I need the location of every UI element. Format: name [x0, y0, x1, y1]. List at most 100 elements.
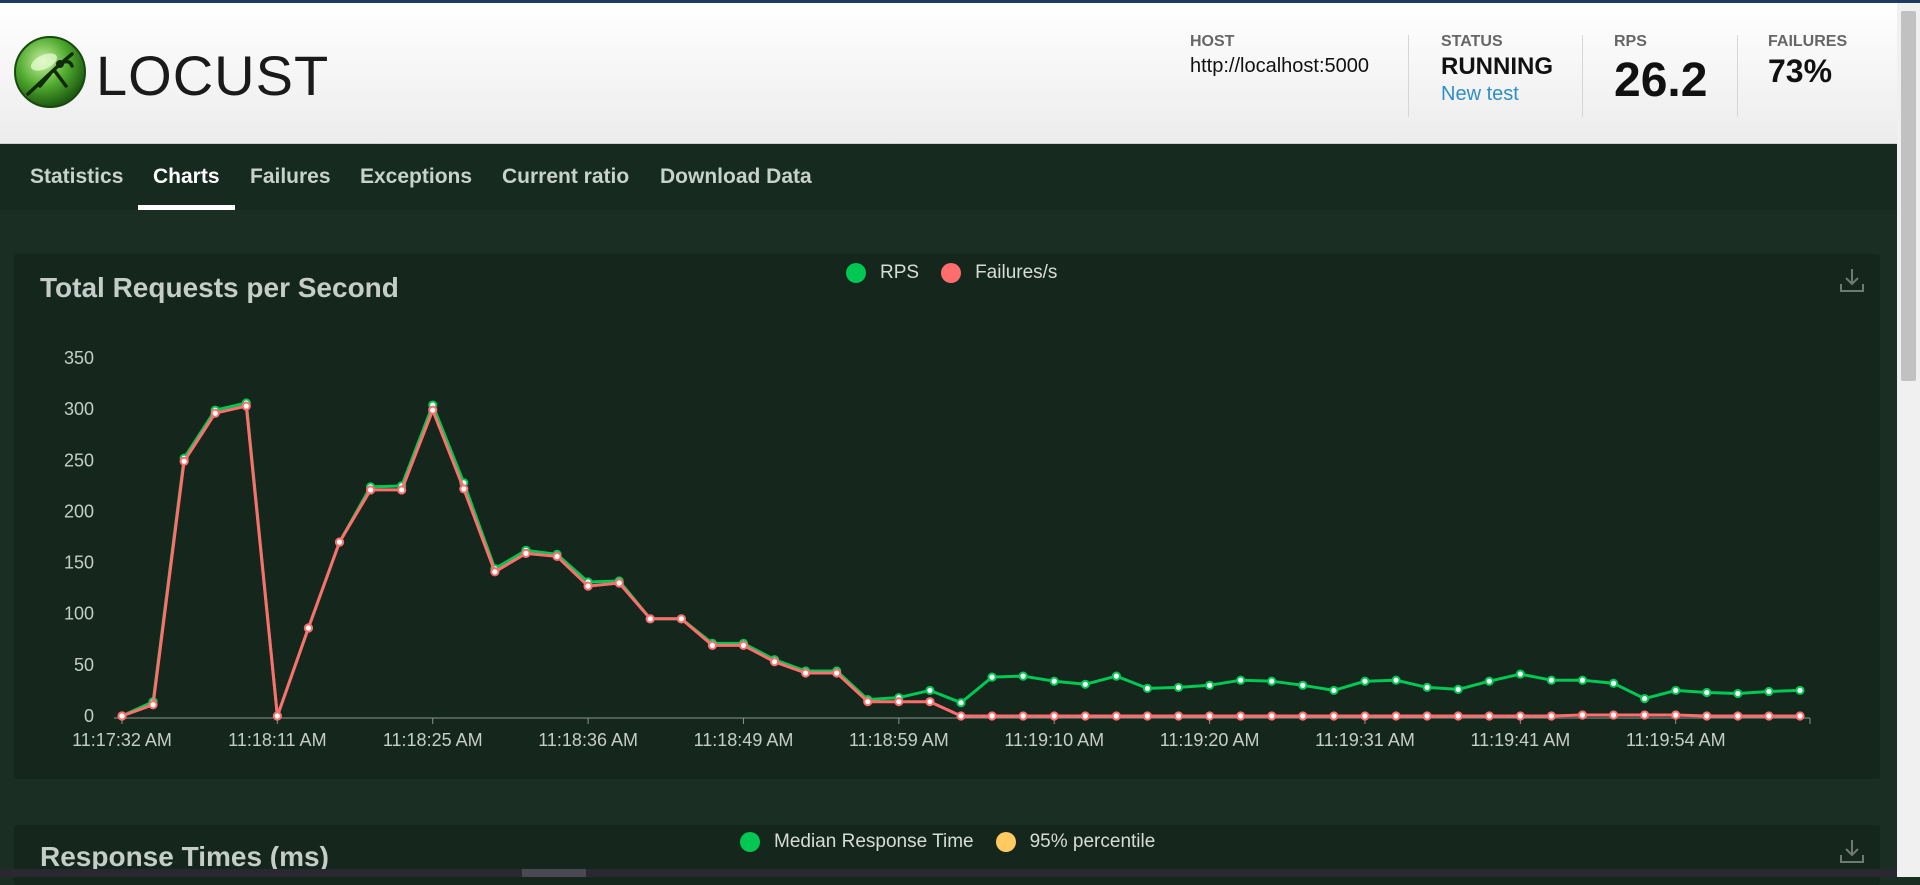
data-point-rps — [1795, 685, 1805, 696]
data-point-failures-s — [1671, 710, 1681, 720]
data-point-failures-s — [272, 711, 282, 721]
y-tick-label: 0 — [84, 706, 94, 726]
data-point-rps — [1733, 688, 1743, 699]
x-tick-label: 11:19:54 AM — [1626, 730, 1726, 750]
failures-label: FAILURES — [1768, 33, 1848, 50]
data-point-failures-s — [179, 456, 189, 466]
rps-label: RPS — [1614, 33, 1647, 50]
data-point-failures-s — [1577, 710, 1588, 720]
nav-tabs: Statistics Charts Failures Exceptions Cu… — [0, 144, 1897, 210]
data-point-failures-s — [583, 581, 593, 591]
data-point-failures-s — [459, 484, 469, 494]
data-point-failures-s — [1546, 711, 1557, 721]
data-point-failures-s — [1080, 711, 1090, 721]
data-point-rps — [1453, 684, 1463, 695]
x-tick-label: 11:18:36 AM — [538, 730, 638, 750]
tab-download-data[interactable]: Download Data — [660, 144, 812, 210]
data-point-rps — [925, 685, 935, 696]
x-tick-label: 11:19:31 AM — [1315, 730, 1415, 750]
y-tick-label: 200 — [64, 501, 94, 521]
legend-item-95-percentile[interactable]: 95% percentile — [995, 831, 1155, 853]
x-tick-label: 11:18:25 AM — [383, 730, 483, 750]
data-point-failures-s — [925, 697, 935, 707]
x-tick-label: 11:18:49 AM — [694, 730, 794, 750]
x-tick-label: 11:18:11 AM — [228, 730, 326, 750]
series-line-failures-s — [121, 404, 1800, 718]
data-point-failures-s — [1111, 711, 1121, 721]
data-point-failures-s — [210, 408, 220, 418]
series-line-rps — [121, 401, 1801, 718]
data-point-failures-s — [832, 668, 842, 678]
data-point-failures-s — [956, 711, 966, 721]
x-tick-label: 11:19:20 AM — [1160, 730, 1260, 750]
data-point-failures-s — [614, 578, 624, 588]
rps-stat: RPS 26.2 — [1614, 33, 1707, 108]
data-point-failures-s — [801, 668, 811, 678]
data-point-rps — [1422, 682, 1432, 692]
locust-icon — [14, 36, 86, 108]
x-tick-label: 11:17:32 AM — [72, 730, 172, 750]
data-point-failures-s — [365, 485, 376, 495]
data-point-failures-s — [1515, 711, 1525, 721]
y-tick-label: 50 — [74, 655, 94, 675]
tab-current-ratio[interactable]: Current ratio — [502, 144, 629, 210]
data-point-failures-s — [1360, 711, 1370, 721]
tab-failures[interactable]: Failures — [250, 144, 331, 210]
data-point-rps — [1484, 676, 1494, 686]
tab-charts[interactable]: Charts — [153, 144, 220, 210]
data-point-rps — [1267, 676, 1277, 686]
data-point-rps — [1173, 682, 1184, 692]
data-point-rps — [1204, 680, 1215, 690]
data-point-failures-s — [1204, 711, 1215, 721]
y-tick-label: 150 — [64, 553, 94, 573]
scrollbar-thumb[interactable] — [1901, 11, 1916, 381]
legend-label-median: Median Response Time — [774, 831, 974, 852]
failures-value: 73% — [1768, 53, 1833, 89]
data-point-failures-s — [1453, 711, 1463, 721]
data-point-failures-s — [707, 640, 718, 651]
data-point-rps — [1546, 675, 1557, 685]
divider — [1737, 35, 1738, 117]
data-point-failures-s — [1173, 711, 1184, 721]
vertical-scrollbar[interactable] — [1897, 3, 1920, 877]
logo-text: LOCUST — [96, 44, 330, 107]
data-point-failures-s — [1049, 711, 1059, 721]
divider — [1582, 35, 1583, 117]
y-tick-label: 100 — [64, 604, 94, 624]
data-point-failures-s — [894, 697, 904, 707]
data-point-failures-s — [334, 537, 345, 547]
data-point-rps — [1577, 675, 1588, 685]
y-tick-label: 300 — [64, 399, 94, 419]
data-point-rps — [1049, 676, 1059, 686]
active-tab-indicator — [138, 205, 235, 210]
download-icon[interactable] — [1838, 837, 1866, 865]
x-tick-label: 11:19:10 AM — [1004, 730, 1104, 750]
data-point-failures-s — [1236, 711, 1246, 721]
legend-item-median[interactable]: Median Response Time — [740, 831, 974, 853]
status-label: STATUS — [1441, 33, 1503, 50]
data-point-failures-s — [241, 401, 251, 411]
data-point-rps — [987, 672, 997, 682]
data-point-rps — [1671, 685, 1681, 696]
data-point-failures-s — [987, 711, 997, 721]
data-point-rps — [1515, 669, 1525, 679]
data-point-rps — [1018, 671, 1028, 681]
host-stat: HOST http://localhost:5000 — [1190, 33, 1369, 78]
new-test-link[interactable]: New test — [1441, 83, 1553, 106]
data-point-failures-s — [769, 657, 780, 667]
divider — [1408, 35, 1409, 117]
data-point-rps — [1640, 694, 1650, 704]
data-point-failures-s — [1018, 711, 1028, 721]
data-point-rps — [1298, 680, 1308, 690]
tab-statistics[interactable]: Statistics — [30, 144, 123, 210]
data-point-failures-s — [645, 614, 655, 624]
data-point-failures-s — [1640, 710, 1650, 720]
data-point-failures-s — [117, 711, 127, 721]
data-point-rps — [1329, 685, 1339, 696]
taskbar-item[interactable] — [522, 869, 586, 877]
chart-legend: Median Response Time 95% percentile — [740, 831, 1177, 853]
data-point-rps — [1080, 679, 1090, 689]
tab-exceptions[interactable]: Exceptions — [360, 144, 472, 210]
data-point-rps — [1142, 683, 1153, 693]
data-point-failures-s — [1422, 711, 1432, 721]
